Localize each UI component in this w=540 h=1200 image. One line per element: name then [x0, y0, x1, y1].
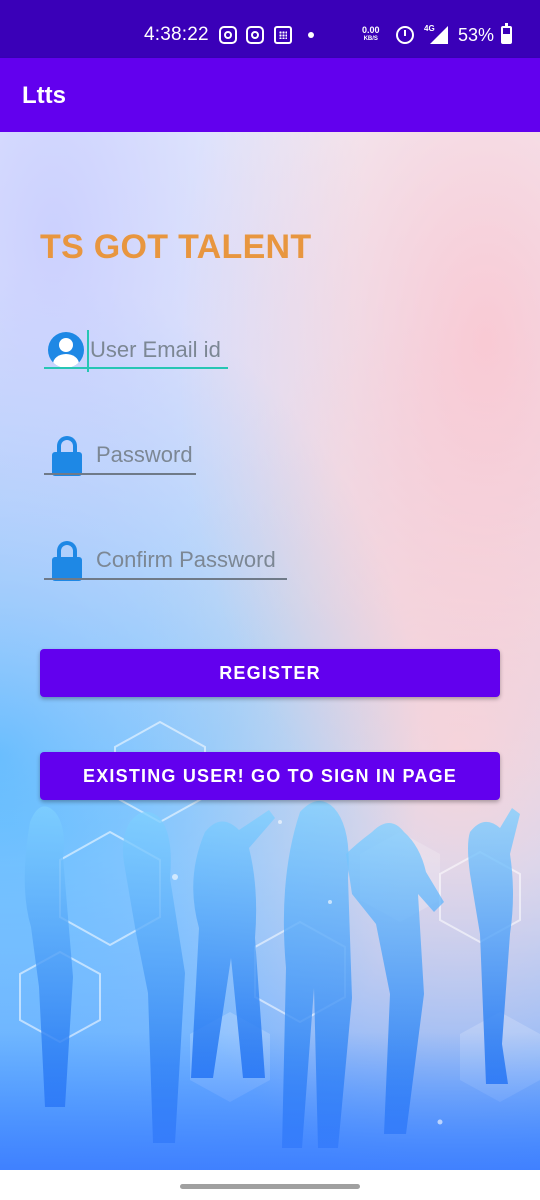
lock-icon [52, 436, 82, 476]
email-field[interactable] [90, 332, 230, 368]
network-speed: 0.00 KB/S [362, 26, 380, 44]
status-time: 4:38:22 [144, 24, 209, 45]
app-title: Ltts [22, 82, 66, 109]
battery-percent: 53% [458, 25, 495, 45]
page-heading: TS GOT TALENT [40, 228, 312, 266]
sign-in-page-button[interactable]: EXISTING USER! GO TO SIGN IN PAGE [40, 752, 500, 800]
lock-icon [52, 541, 82, 581]
battery-icon [501, 23, 512, 44]
instagram-icon [246, 26, 264, 44]
signal-icon [430, 26, 448, 44]
text-cursor [87, 330, 89, 372]
alarm-icon [396, 26, 414, 44]
gesture-handle[interactable] [180, 1184, 360, 1189]
network-speed-unit: KB/S [363, 36, 378, 42]
calculator-icon [274, 26, 292, 44]
user-avatar-icon [48, 332, 84, 368]
status-bar: 4:38:22 0.00 KB/S 4G 53% [0, 0, 540, 58]
register-button[interactable]: REGISTER [40, 649, 500, 697]
network-speed-value: 0.00 [362, 25, 380, 35]
navigation-bar [0, 1170, 540, 1200]
confirm-password-field-underline [44, 578, 287, 580]
password-field[interactable] [96, 437, 196, 473]
email-field-underline [44, 367, 228, 369]
password-field-underline [44, 473, 196, 475]
app-bar: Ltts [0, 58, 540, 132]
instagram-icon [219, 26, 237, 44]
notification-dot-icon [308, 32, 314, 38]
confirm-password-field[interactable] [96, 542, 288, 578]
register-screen: TS GOT TALENT REGISTER EXISTING USER! GO… [0, 132, 540, 1170]
